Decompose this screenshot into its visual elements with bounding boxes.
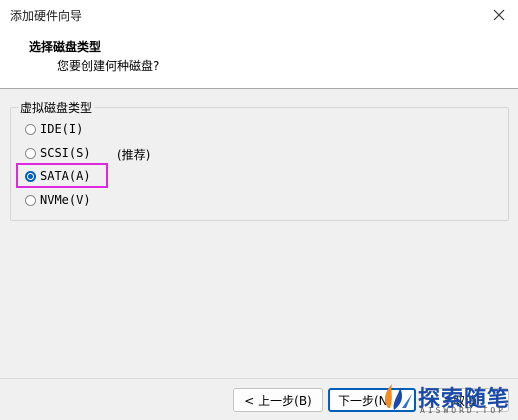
disk-type-groupbox: 虚拟磁盘类型 IDE(I) SCSI(S) (推荐) SATA(A) NVMe(… xyxy=(10,99,509,221)
radio-label-sata: SATA(A) xyxy=(40,169,91,183)
radio-circle-selected[interactable] xyxy=(25,170,36,182)
radio-circle[interactable] xyxy=(25,147,36,159)
watermark-subtext: AISWORD.TOP xyxy=(420,406,506,415)
radio-circle[interactable] xyxy=(25,123,36,135)
close-button[interactable] xyxy=(488,4,510,26)
footer-divider xyxy=(0,378,518,379)
close-icon xyxy=(493,9,505,21)
back-button[interactable]: < 上一步(B) xyxy=(233,388,323,412)
radio-label-nvme: NVMe(V) xyxy=(40,193,91,207)
title-bar[interactable]: 添加硬件向导 xyxy=(0,0,518,30)
window-title: 添加硬件向导 xyxy=(10,8,83,23)
recommended-note: (推荐) xyxy=(117,148,151,162)
radio-nvme[interactable]: NVMe(V) xyxy=(25,191,91,209)
radio-scsi[interactable]: SCSI(S) xyxy=(25,144,91,162)
watermark-logo-icon xyxy=(385,384,412,410)
page-title: 选择磁盘类型 xyxy=(29,40,102,54)
add-hardware-wizard-window: 添加硬件向导 选择磁盘类型 您要创建何种磁盘? 虚拟磁盘类型 IDE(I) SC… xyxy=(0,0,518,420)
radio-sata[interactable]: SATA(A) xyxy=(25,167,91,185)
radio-ide[interactable]: IDE(I) xyxy=(25,120,83,138)
radio-circle[interactable] xyxy=(25,194,36,206)
groupbox-legend: 虚拟磁盘类型 xyxy=(18,99,95,116)
radio-label-ide: IDE(I) xyxy=(40,122,84,136)
radio-label-scsi: SCSI(S) xyxy=(40,146,91,160)
wizard-header: 选择磁盘类型 您要创建何种磁盘? xyxy=(0,30,518,89)
page-subtitle: 您要创建何种磁盘? xyxy=(57,59,160,73)
